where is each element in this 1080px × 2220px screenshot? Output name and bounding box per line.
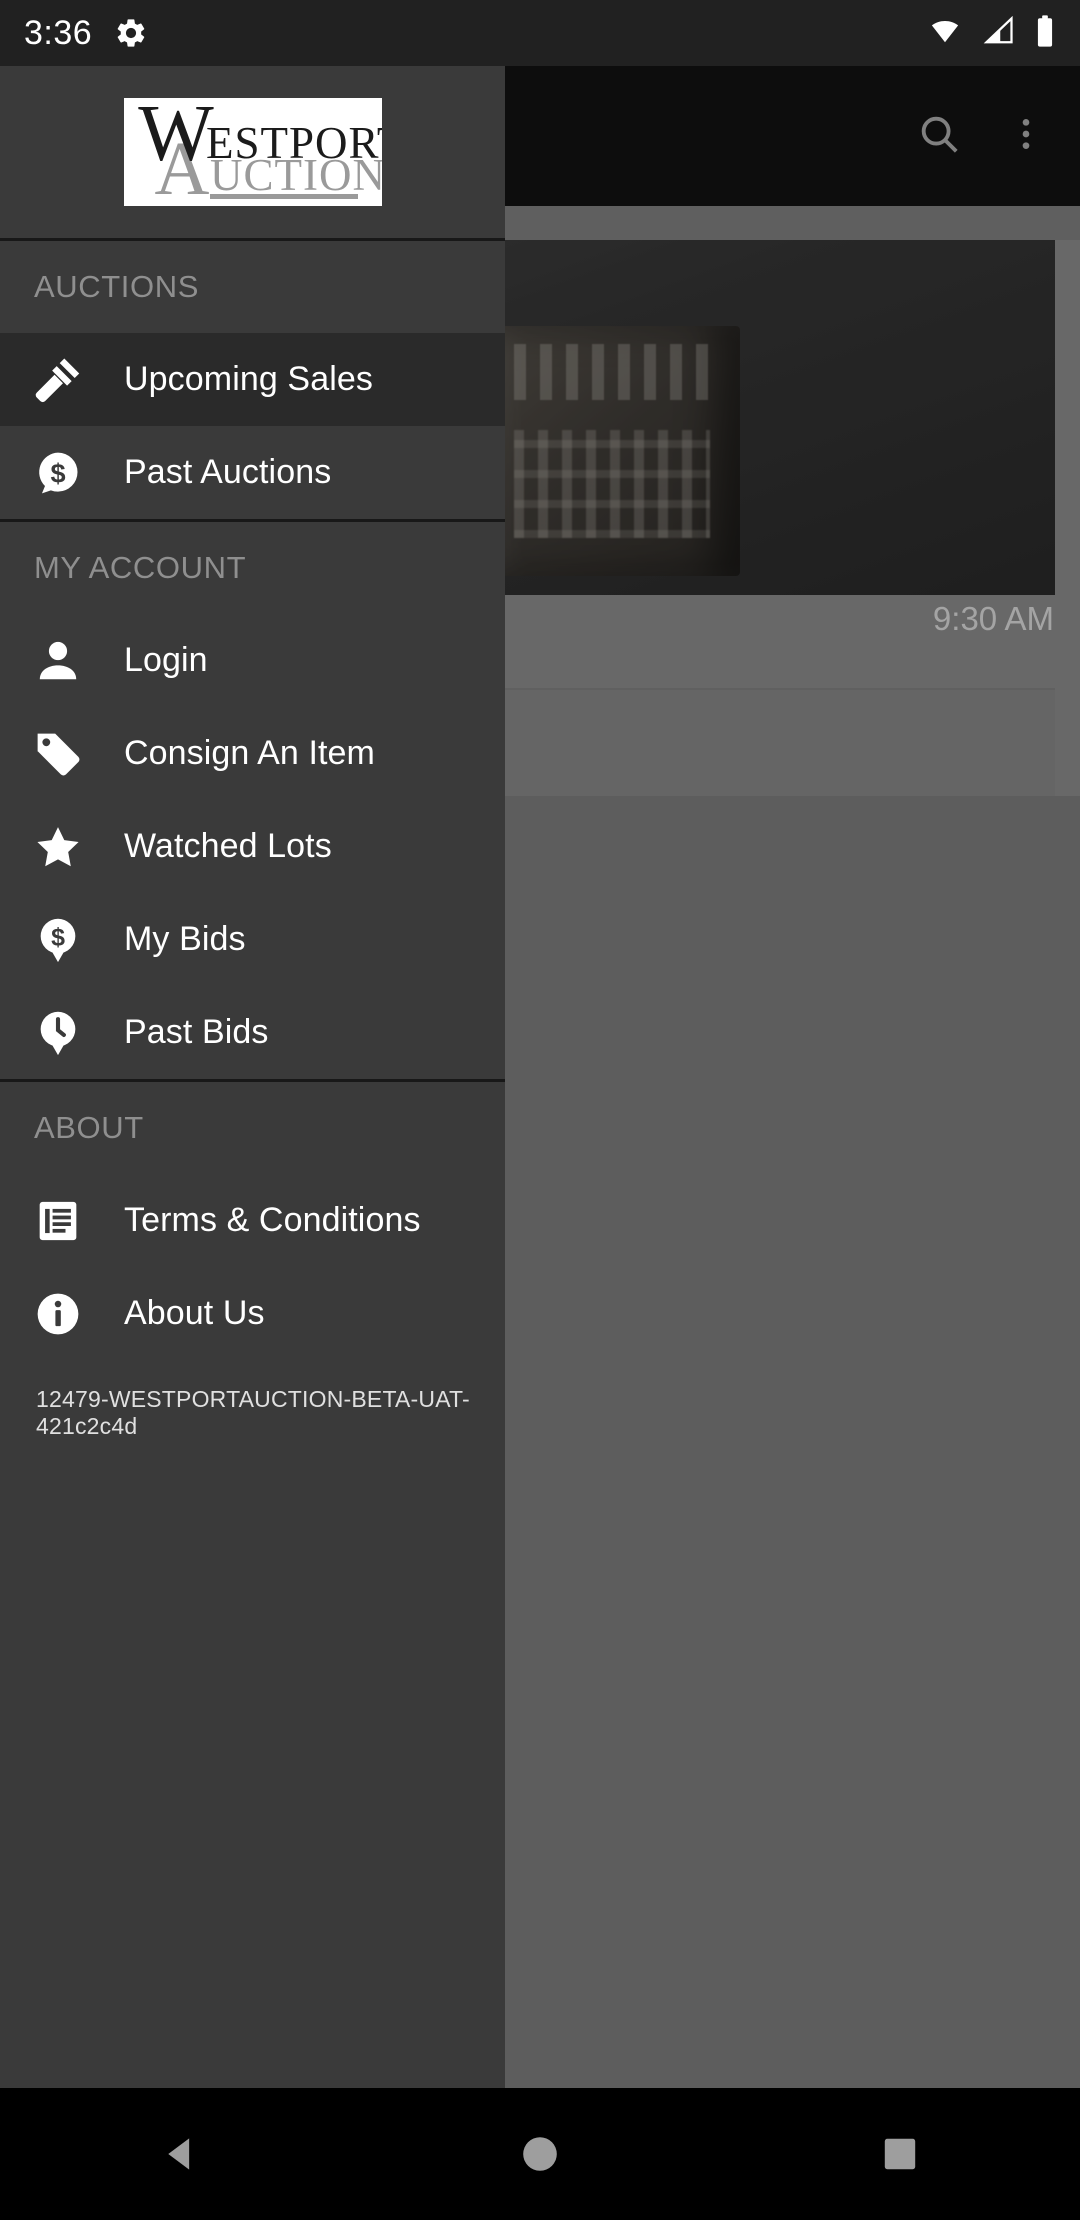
back-triangle-icon[interactable] [120,2088,240,2220]
drawer-empty-space [0,1440,505,2154]
sidebar-item-about-us[interactable]: About Us [0,1267,505,1360]
svg-text:ESTPORT: ESTPORT [206,118,382,168]
cellular-signal-icon [982,15,1016,51]
home-circle-icon[interactable] [480,2088,600,2220]
dollar-pin-icon: $ [30,912,86,968]
sidebar-item-label: Consign An Item [124,734,375,772]
sidebar-item-my-bids[interactable]: $ My Bids [0,893,505,986]
tag-icon [30,726,86,782]
status-bar-clock: 3:36 [24,13,93,52]
star-icon [30,819,86,875]
clock-pin-icon [30,1005,86,1061]
info-circle-icon [30,1286,86,1342]
dollar-speech-bubble-icon: $ [30,445,86,501]
sidebar-item-label: Upcoming Sales [124,360,373,398]
sidebar-item-label: Terms & Conditions [124,1201,421,1239]
wifi-icon [926,16,964,51]
battery-icon [1034,14,1056,53]
section-header-auctions: AUCTIONS [0,241,505,333]
status-bar-indicators [926,14,1056,53]
svg-text:W: W [138,98,214,178]
sidebar-item-watched-lots[interactable]: Watched Lots [0,800,505,893]
section-divider-2 [0,1079,505,1082]
gavel-icon [30,352,86,408]
svg-text:$: $ [50,457,65,488]
sidebar-item-past-bids[interactable]: Past Bids [0,986,505,1079]
brand-logo: A UCTION W ESTPORT [123,98,382,206]
sidebar-item-label: About Us [124,1294,265,1332]
app-version-label: 12479-WESTPORTAUCTION-BETA-UAT-421c2c4d [0,1360,505,1440]
drawer-header-divider [0,238,505,241]
sidebar-item-label: Watched Lots [124,827,332,865]
sidebar-item-terms-and-conditions[interactable]: Terms & Conditions [0,1174,505,1267]
app-screen: 9:30 AM 3:36 A UCTION W ESTPOR AUCTIONS … [0,0,1080,2220]
section-header-about: ABOUT [0,1082,505,1174]
sidebar-item-label: Login [124,641,208,679]
section-divider-1 [0,519,505,522]
document-lines-icon [30,1193,86,1249]
sidebar-item-upcoming-sales[interactable]: Upcoming Sales [0,333,505,426]
drawer-header: A UCTION W ESTPORT [0,66,505,238]
sidebar-item-label: Past Auctions [124,453,332,491]
sidebar-item-label: Past Bids [124,1013,269,1051]
sidebar-item-consign-an-item[interactable]: Consign An Item [0,707,505,800]
brand-logo-svg: A UCTION W ESTPORT [123,98,382,206]
sidebar-item-past-auctions[interactable]: $ Past Auctions [0,426,505,519]
navigation-drawer: A UCTION W ESTPORT AUCTIONS [0,66,505,2154]
status-bar: 3:36 [0,0,1080,66]
gear-icon [114,16,148,50]
system-navigation-bar [0,2088,1080,2220]
recents-square-icon[interactable] [840,2088,960,2220]
svg-text:$: $ [51,923,65,951]
section-header-my-account: MY ACCOUNT [0,522,505,614]
sidebar-item-label: My Bids [124,920,246,958]
person-icon [30,633,86,689]
sidebar-item-login[interactable]: Login [0,614,505,707]
